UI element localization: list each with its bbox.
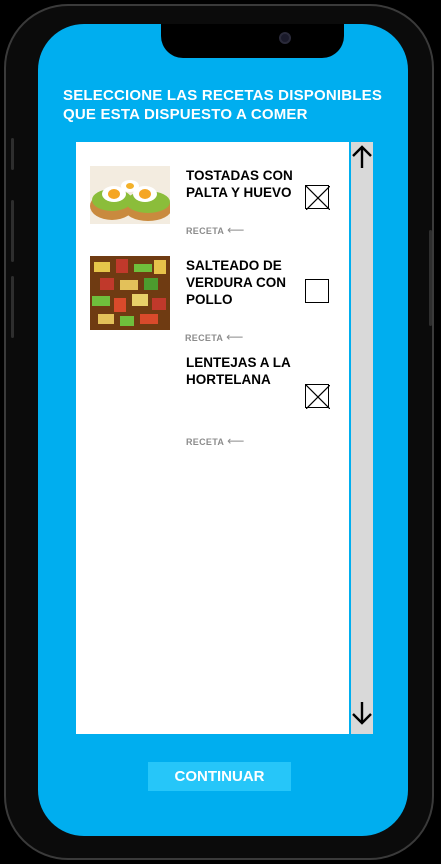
recipe-list[interactable]: TOSTADAS CON PALTA Y HUEVO RECETA ⟵ SALT… [76,142,349,734]
arrow-left-icon: ⟵ [226,330,244,344]
recipe-checkbox-unchecked[interactable] [305,279,329,303]
recipe-link[interactable]: RECETA ⟵ [186,434,245,448]
recipe-link-label: RECETA [186,226,225,236]
recipe-link-label: RECETA [185,333,224,343]
recipe-checkbox-checked[interactable] [305,384,330,409]
recipe-image-vegetable-stirfry [90,256,170,330]
recipe-link[interactable]: RECETA ⟵ [186,223,245,237]
arrow-left-icon: ⟵ [227,434,245,448]
camera-icon [279,32,291,44]
recipe-checkbox-checked[interactable] [305,185,330,210]
arrow-down-icon[interactable] [351,700,373,730]
page-title: SELECCIONE LAS RECETAS DISPONIBLES QUE E… [63,87,383,123]
recipe-title: LENTEJAS A LA HORTELANA [186,355,291,387]
recipe-link[interactable]: RECETA ⟵ [185,330,244,344]
arrow-up-icon[interactable] [351,144,373,174]
volume-up-button [11,200,14,262]
recipe-link-label: RECETA [186,437,225,447]
power-button [429,230,432,326]
arrow-left-icon: ⟵ [227,223,245,237]
volume-down-button [11,276,14,338]
recipe-title: SALTEADO DE VERDURA CON POLLO [186,258,287,307]
notch [161,24,344,58]
scrollbar[interactable] [351,142,373,734]
recipe-image-avocado-toast [90,166,170,224]
continue-button[interactable]: CONTINUAR [148,762,291,791]
recipe-title: TOSTADAS CON PALTA Y HUEVO [186,168,293,200]
app-screen: SELECCIONE LAS RECETAS DISPONIBLES QUE E… [38,24,408,836]
mute-switch [11,138,14,170]
